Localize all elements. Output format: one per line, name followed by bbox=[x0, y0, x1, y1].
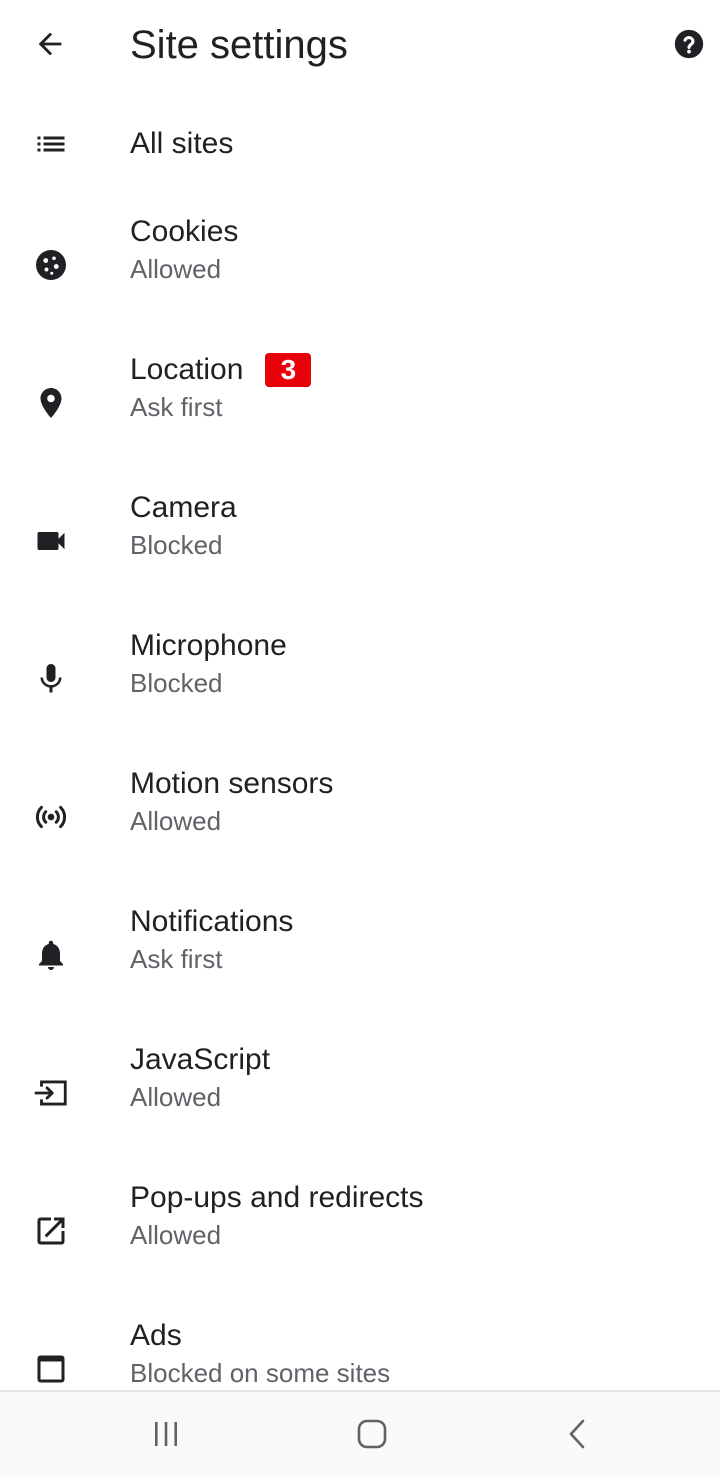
home-button[interactable] bbox=[342, 1412, 402, 1456]
cookie-icon bbox=[30, 244, 72, 286]
sensors-icon bbox=[30, 796, 72, 838]
location-pin-icon bbox=[30, 382, 72, 424]
list-item-microphone[interactable]: Microphone Blocked bbox=[0, 610, 720, 748]
item-status: Blocked on some sites bbox=[130, 1358, 391, 1388]
nav-back-button[interactable] bbox=[548, 1412, 608, 1456]
list-item-ads[interactable]: Ads Blocked on some sites bbox=[0, 1300, 720, 1390]
javascript-icon bbox=[30, 1072, 72, 1114]
list-item-motion-sensors[interactable]: Motion sensors Allowed bbox=[0, 748, 720, 886]
item-status: Allowed bbox=[130, 806, 222, 836]
item-title: JavaScript bbox=[130, 1043, 271, 1076]
system-nav-bar bbox=[0, 1390, 720, 1477]
help-button[interactable] bbox=[672, 20, 720, 68]
bell-icon bbox=[30, 934, 72, 976]
list-item-notifications[interactable]: Notifications Ask first bbox=[0, 886, 720, 1024]
list-item-all-sites[interactable]: All sites bbox=[0, 92, 720, 196]
item-status: Ask first bbox=[130, 392, 223, 422]
nav-back-icon bbox=[569, 1419, 585, 1449]
item-status: Allowed bbox=[130, 1220, 222, 1250]
item-status: Blocked bbox=[130, 530, 223, 560]
item-title: Ads bbox=[130, 1319, 182, 1352]
arrow-back-icon bbox=[38, 32, 62, 56]
help-icon bbox=[674, 29, 704, 59]
count-badge: 3 bbox=[265, 353, 312, 387]
item-title: All sites bbox=[130, 127, 234, 160]
item-title: Location bbox=[130, 353, 244, 386]
list-item-javascript[interactable]: JavaScript Allowed bbox=[0, 1024, 720, 1162]
item-title: Cookies bbox=[130, 215, 239, 248]
open-in-new-icon bbox=[30, 1210, 72, 1252]
item-title: Pop-ups and redirects bbox=[130, 1181, 424, 1214]
list-item-location[interactable]: Location 3 Ask first bbox=[0, 334, 720, 472]
item-status: Ask first bbox=[130, 944, 223, 974]
list-item-camera[interactable]: Camera Blocked bbox=[0, 472, 720, 610]
page-title: Site settings bbox=[130, 23, 348, 67]
mic-icon bbox=[30, 658, 72, 700]
list-icon bbox=[30, 123, 72, 165]
ads-window-icon bbox=[30, 1348, 72, 1390]
site-settings-list: All sites Cookies Allowed Location 3 Ask… bbox=[0, 92, 720, 1390]
item-status: Allowed bbox=[130, 1082, 222, 1112]
item-status: Blocked bbox=[130, 668, 223, 698]
videocam-icon bbox=[30, 520, 72, 562]
item-title: Motion sensors bbox=[130, 767, 334, 800]
item-title: Camera bbox=[130, 491, 237, 524]
item-title: Notifications bbox=[130, 905, 294, 938]
item-status: Allowed bbox=[130, 254, 222, 284]
list-item-cookies[interactable]: Cookies Allowed bbox=[0, 196, 720, 334]
recent-apps-icon bbox=[155, 1422, 177, 1446]
item-title: Microphone bbox=[130, 629, 287, 662]
back-button[interactable] bbox=[22, 18, 78, 70]
list-item-popups-redirects[interactable]: Pop-ups and redirects Allowed bbox=[0, 1162, 720, 1300]
app-bar: Site settings bbox=[0, 0, 720, 92]
recent-apps-button[interactable] bbox=[136, 1412, 196, 1456]
home-icon bbox=[357, 1419, 387, 1449]
